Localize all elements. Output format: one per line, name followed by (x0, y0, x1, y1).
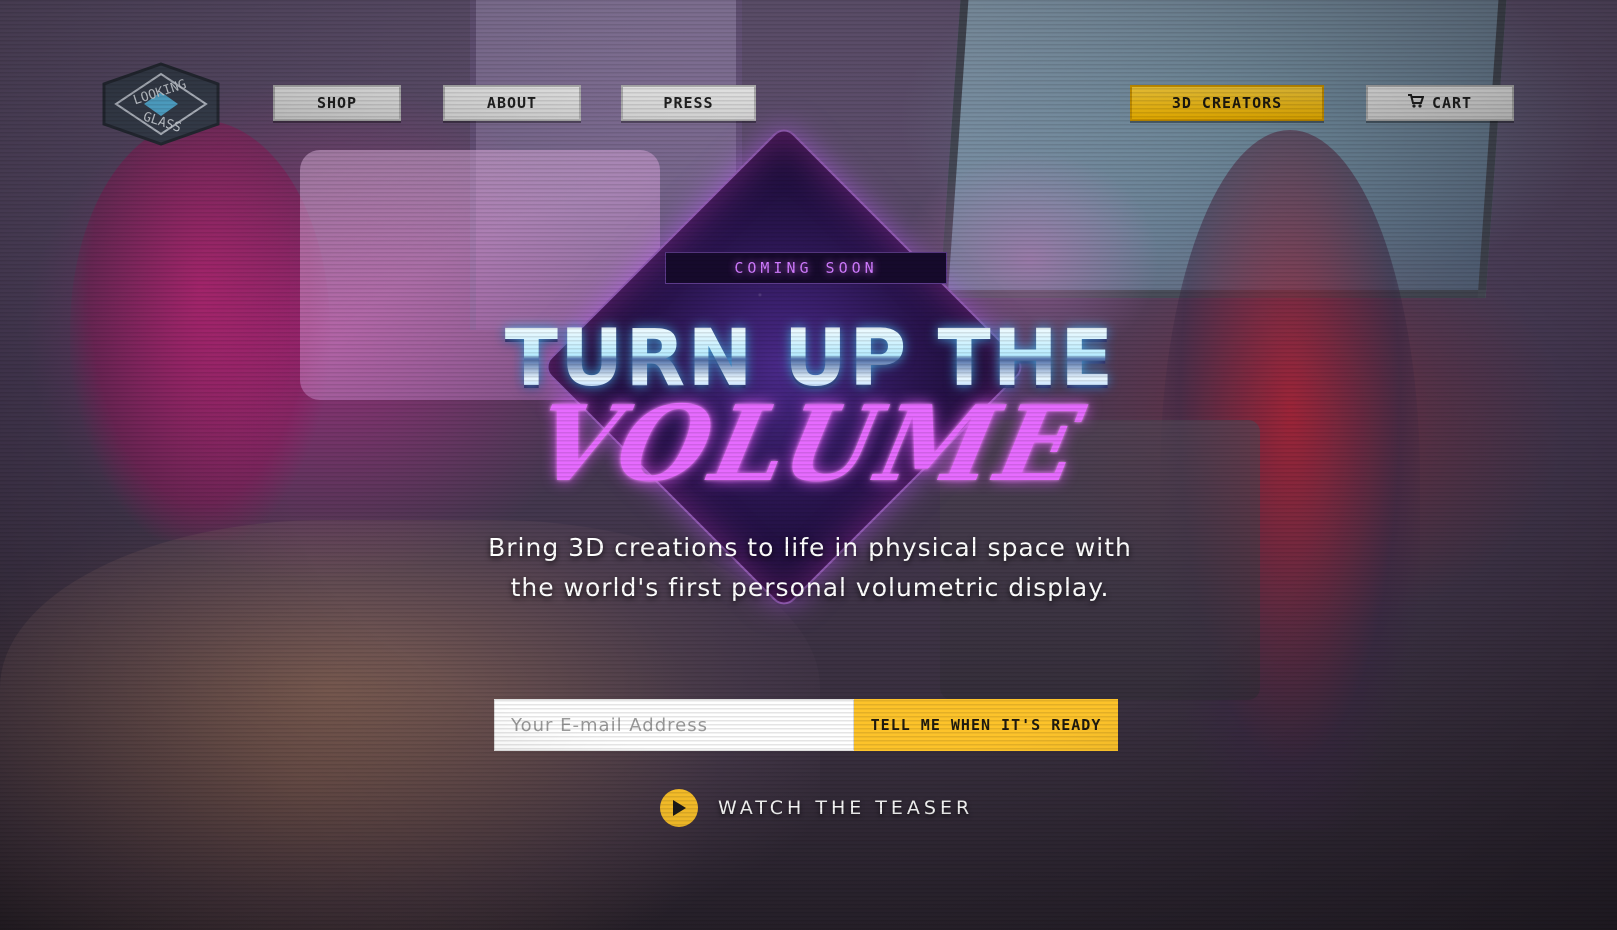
nav-3d-creators-button[interactable]: 3D CREATORS (1130, 85, 1324, 121)
play-icon (660, 789, 698, 827)
nav-about-button[interactable]: ABOUT (443, 85, 581, 121)
background-figure-presenter (70, 120, 330, 540)
hero-subtitle: Bring 3D creations to life in physical s… (420, 528, 1200, 608)
looking-glass-logo[interactable]: LOOKING GLASS (100, 62, 222, 146)
hero-subtitle-line-2: the world's first personal volumetric di… (510, 573, 1110, 602)
nav-about-label: ABOUT (486, 94, 538, 112)
nav-press-button[interactable]: PRESS (621, 85, 756, 121)
nav-press-label: PRESS (663, 94, 714, 112)
nav-shop-button[interactable]: SHOP (273, 85, 401, 121)
nav-3d-creators-label: 3D CREATORS (1171, 94, 1283, 112)
logo-icon: LOOKING GLASS (102, 62, 220, 146)
email-input[interactable] (494, 699, 854, 751)
watch-teaser-link[interactable]: WATCH THE TEASER (660, 788, 973, 828)
cart-icon (1407, 94, 1425, 112)
nav-cart-label: CART (1431, 94, 1473, 112)
headline-volume: VOLUME (524, 382, 1097, 505)
coming-soon-badge: COMING SOON (665, 252, 947, 284)
hero-subtitle-line-1: Bring 3D creations to life in physical s… (488, 533, 1132, 562)
hero-section: LOOKING GLASS SHOP ABOUT PRESS 3D CREATO… (0, 0, 1617, 930)
nav-shop-label: SHOP (316, 94, 358, 112)
watch-teaser-label: WATCH THE TEASER (718, 797, 974, 819)
notify-me-button[interactable]: TELL ME WHEN IT'S READY (854, 699, 1118, 751)
nav-cart-button[interactable]: CART (1366, 85, 1514, 121)
